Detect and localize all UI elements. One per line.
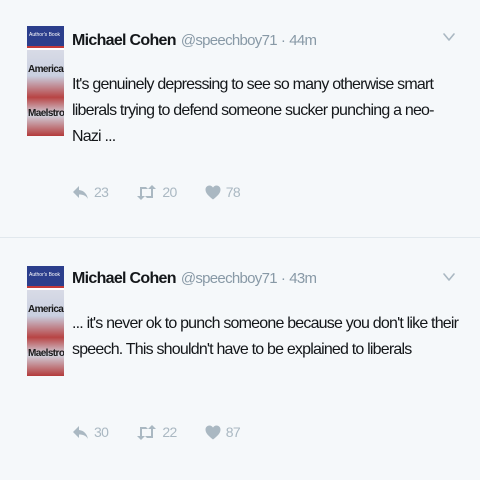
tweet-header: Michael Cohen @speechboy71 · 44m <box>72 32 317 54</box>
tweet-text: ... it's never ok to punch someone becau… <box>72 315 459 358</box>
avatar-image <box>27 290 64 376</box>
avatar-banner: Author's Book <box>27 26 64 48</box>
chevron-down-icon[interactable] <box>442 30 456 44</box>
timestamp[interactable]: 44m <box>289 32 317 49</box>
avatar-word: Maelstrom <box>28 108 64 119</box>
avatar[interactable]: Author's Book American Maelstrom <box>27 26 64 136</box>
chevron-down-icon[interactable] <box>442 270 456 284</box>
tweet-header: Michael Cohen @speechboy71 · 43m <box>72 270 317 292</box>
author-name[interactable]: Michael Cohen <box>72 32 177 50</box>
tweet-actions: 23 20 78 <box>72 179 268 205</box>
reply-count: 30 <box>94 424 109 440</box>
avatar-image <box>27 50 64 136</box>
avatar-word: American <box>28 304 64 315</box>
avatar-banner-text: Author's Book <box>29 32 60 38</box>
retweet-count: 22 <box>162 424 177 440</box>
reply-button[interactable]: 30 <box>72 424 109 440</box>
reply-count: 23 <box>94 184 109 200</box>
tweet[interactable]: Author's Book American Maelstrom Michael… <box>0 0 480 238</box>
avatar-word: American <box>28 64 64 75</box>
tweet-text: It's genuinely depressing to see so many… <box>72 76 434 145</box>
heart-icon <box>205 185 221 199</box>
author-handle[interactable]: @speechboy71 <box>181 270 278 287</box>
like-count: 78 <box>225 184 241 200</box>
reply-icon <box>73 185 88 199</box>
timeline: Author's Book American Maelstrom Michael… <box>0 0 480 480</box>
retweet-count: 20 <box>162 184 177 200</box>
retweet-button[interactable]: 22 <box>136 424 177 440</box>
heart-icon <box>205 425 221 439</box>
author-handle[interactable]: @speechboy71 <box>181 32 278 49</box>
reply-icon <box>73 425 88 439</box>
retweet-icon <box>137 184 157 200</box>
like-button[interactable]: 78 <box>205 184 241 200</box>
like-count: 87 <box>225 424 241 440</box>
separator: · <box>280 32 286 49</box>
reply-button[interactable]: 23 <box>72 184 109 200</box>
separator: · <box>280 270 286 287</box>
tweet-actions: 30 22 87 <box>72 419 268 445</box>
timestamp[interactable]: 43m <box>289 270 317 287</box>
retweet-button[interactable]: 20 <box>136 184 177 200</box>
retweet-icon <box>137 424 157 440</box>
author-name[interactable]: Michael Cohen <box>72 270 177 288</box>
avatar[interactable]: Author's Book American Maelstrom <box>27 266 64 376</box>
like-button[interactable]: 87 <box>205 424 241 440</box>
tweet[interactable]: Author's Book American Maelstrom Michael… <box>0 239 480 480</box>
avatar-word: Maelstrom <box>28 348 64 359</box>
avatar-banner: Author's Book <box>27 266 64 288</box>
avatar-banner-text: Author's Book <box>29 272 60 278</box>
